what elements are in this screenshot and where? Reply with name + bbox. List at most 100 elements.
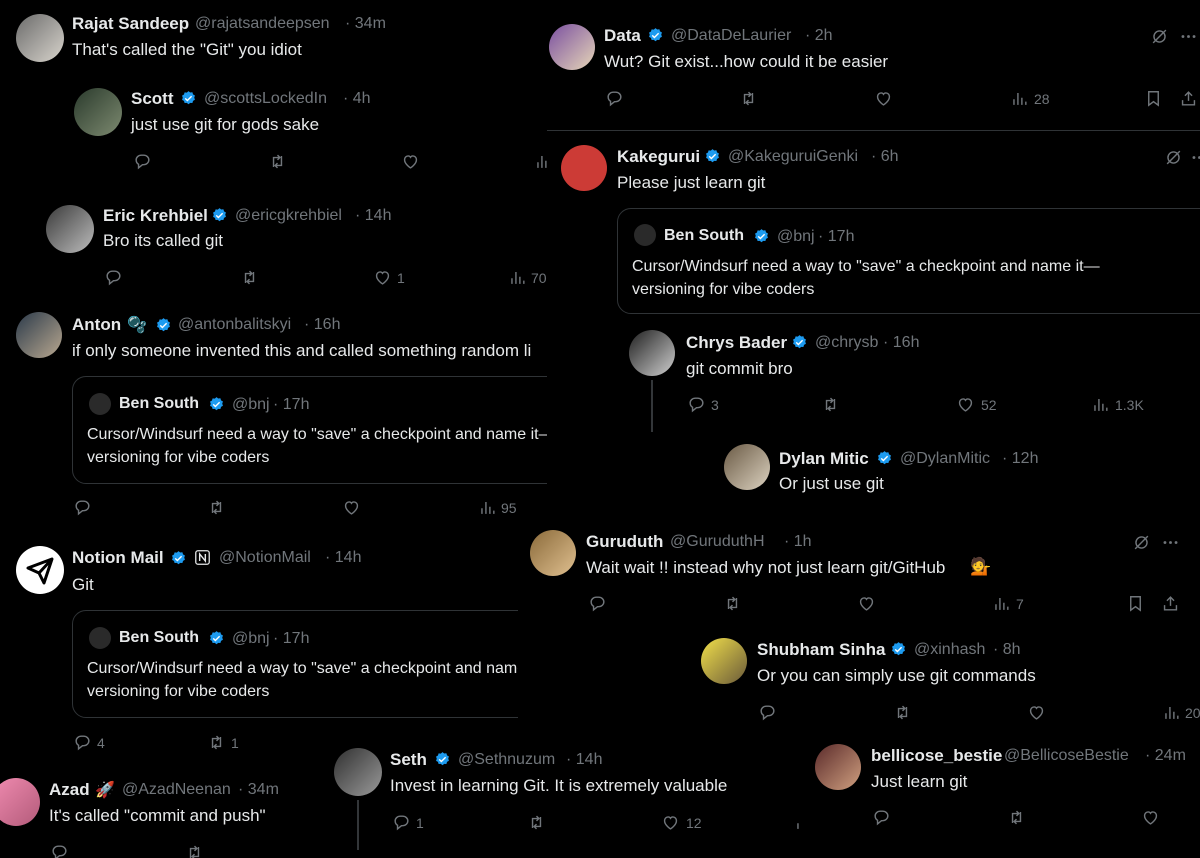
quoted-author-handle[interactable]: @bnj bbox=[777, 228, 815, 246]
like-icon[interactable] bbox=[857, 594, 876, 613]
author-name[interactable]: Anton bbox=[72, 315, 121, 335]
repost-icon[interactable] bbox=[527, 813, 546, 832]
avatar[interactable] bbox=[815, 744, 861, 790]
author-handle[interactable]: @BellicoseBestie bbox=[1004, 747, 1129, 765]
like-icon[interactable] bbox=[1141, 808, 1160, 827]
like-icon[interactable] bbox=[874, 89, 893, 108]
avatar[interactable] bbox=[701, 638, 747, 684]
repost-icon[interactable] bbox=[207, 733, 226, 752]
avatar[interactable] bbox=[530, 530, 576, 576]
timestamp[interactable]: · 34m bbox=[238, 781, 279, 799]
quoted-author-name[interactable]: Ben South bbox=[119, 395, 199, 413]
tweet-card-bellicose[interactable]: bellicose_bestie @BellicoseBestie · 24m … bbox=[800, 736, 1200, 858]
avatar[interactable] bbox=[89, 627, 111, 649]
reply-icon[interactable] bbox=[50, 843, 69, 858]
reply-icon[interactable] bbox=[104, 268, 123, 287]
repost-icon[interactable] bbox=[723, 594, 742, 613]
timestamp[interactable]: · 14h bbox=[566, 751, 602, 769]
timestamp[interactable]: · 1h bbox=[784, 533, 812, 551]
tweet-card-kakegurui[interactable]: Kakegurui @KakeguruiGenki · 6h Please ju… bbox=[547, 131, 1200, 518]
repost-icon[interactable] bbox=[240, 268, 259, 287]
share-icon[interactable] bbox=[1179, 89, 1198, 108]
author-name[interactable]: Notion Mail bbox=[72, 548, 164, 568]
reply-icon[interactable] bbox=[687, 395, 706, 414]
author-handle[interactable]: @KakeguruiGenki bbox=[728, 148, 858, 166]
timestamp[interactable]: · 2h bbox=[805, 27, 833, 45]
author-handle[interactable]: @Sethnuzum bbox=[458, 751, 555, 769]
quoted-author-name[interactable]: Ben South bbox=[664, 227, 744, 245]
timestamp[interactable]: · 34m bbox=[345, 15, 386, 33]
timestamp[interactable]: · 24m bbox=[1145, 747, 1186, 765]
views-icon[interactable] bbox=[1162, 703, 1181, 722]
author-name[interactable]: Azad bbox=[49, 780, 90, 800]
timestamp[interactable]: · 4h bbox=[343, 90, 371, 108]
author-name[interactable]: Eric Krehbiel bbox=[103, 206, 208, 226]
repost-icon[interactable] bbox=[821, 395, 840, 414]
bookmark-icon[interactable] bbox=[1144, 89, 1163, 108]
reply-icon[interactable] bbox=[73, 498, 92, 517]
reply-icon[interactable] bbox=[73, 733, 92, 752]
author-name[interactable]: bellicose_bestie bbox=[871, 746, 1002, 766]
repost-icon[interactable] bbox=[739, 89, 758, 108]
author-name[interactable]: Dylan Mitic bbox=[779, 449, 869, 469]
avatar[interactable] bbox=[629, 330, 675, 376]
avatar[interactable] bbox=[334, 748, 382, 796]
quoted-author-handle[interactable]: @bnj bbox=[232, 630, 270, 648]
repost-icon[interactable] bbox=[268, 152, 287, 171]
quoted-timestamp[interactable]: · 17h bbox=[273, 396, 309, 414]
reply-icon[interactable] bbox=[758, 703, 777, 722]
author-handle[interactable]: @rajatsandeepsen bbox=[195, 15, 330, 33]
avatar[interactable] bbox=[74, 88, 122, 136]
quoted-author-name[interactable]: Ben South bbox=[119, 629, 199, 647]
avatar[interactable] bbox=[46, 205, 94, 253]
author-handle[interactable]: @xinhash bbox=[914, 641, 985, 659]
like-icon[interactable] bbox=[342, 498, 361, 517]
share-icon[interactable] bbox=[1161, 594, 1180, 613]
author-name[interactable]: Scott bbox=[131, 89, 174, 109]
views-icon[interactable] bbox=[478, 498, 497, 517]
like-icon[interactable] bbox=[373, 268, 392, 287]
tweet-card-azad[interactable]: Azad 🚀 @AzadNeenan · 34m It's called "co… bbox=[0, 758, 330, 858]
timestamp[interactable]: · 8h bbox=[993, 641, 1021, 659]
author-name[interactable]: Data bbox=[604, 26, 641, 46]
grok-icon[interactable] bbox=[1164, 148, 1183, 167]
author-handle[interactable]: @AzadNeenan bbox=[122, 781, 231, 799]
timestamp[interactable]: · 6h bbox=[871, 148, 899, 166]
views-icon[interactable] bbox=[1010, 89, 1029, 108]
repost-icon[interactable] bbox=[1007, 808, 1026, 827]
author-name[interactable]: Guruduth bbox=[586, 532, 663, 552]
timestamp[interactable]: · 14h bbox=[355, 207, 391, 225]
repost-icon[interactable] bbox=[185, 843, 204, 858]
tweet-card-data[interactable]: Data @DataDeLaurier · 2h Wut? Git exist.… bbox=[547, 0, 1200, 130]
author-name[interactable]: Shubham Sinha bbox=[757, 640, 885, 660]
author-name[interactable]: Kakegurui bbox=[617, 147, 700, 167]
grok-icon[interactable] bbox=[1150, 27, 1169, 46]
avatar[interactable] bbox=[724, 444, 770, 490]
author-handle[interactable]: @NotionMail bbox=[219, 549, 311, 567]
author-handle[interactable]: @ericgkrehbiel bbox=[235, 207, 342, 225]
views-icon[interactable] bbox=[508, 268, 527, 287]
timestamp[interactable]: · 16h bbox=[304, 316, 340, 334]
reply-icon[interactable] bbox=[392, 813, 411, 832]
author-name[interactable]: Chrys Bader bbox=[686, 333, 787, 353]
reply-icon[interactable] bbox=[588, 594, 607, 613]
avatar[interactable] bbox=[549, 24, 595, 70]
repost-icon[interactable] bbox=[207, 498, 226, 517]
timestamp[interactable]: · 16h bbox=[883, 334, 919, 352]
avatar[interactable] bbox=[89, 393, 111, 415]
repost-icon[interactable] bbox=[893, 703, 912, 722]
like-icon[interactable] bbox=[956, 395, 975, 414]
reply-icon[interactable] bbox=[605, 89, 624, 108]
avatar[interactable] bbox=[16, 546, 64, 594]
author-handle[interactable]: @DylanMitic bbox=[900, 450, 990, 468]
timestamp[interactable]: · 14h bbox=[325, 549, 361, 567]
author-handle[interactable]: @chrysb bbox=[815, 334, 878, 352]
avatar[interactable] bbox=[634, 224, 656, 246]
author-handle[interactable]: @DataDeLaurier bbox=[671, 27, 791, 45]
avatar[interactable] bbox=[16, 312, 62, 358]
reply-icon[interactable] bbox=[872, 808, 891, 827]
author-handle[interactable]: @GuruduthH bbox=[670, 533, 765, 551]
tweet-card-guruduth[interactable]: Guruduth @GuruduthH · 1h Wait wait !! in… bbox=[518, 518, 1200, 736]
like-icon[interactable] bbox=[1027, 703, 1046, 722]
views-icon[interactable] bbox=[534, 152, 548, 171]
